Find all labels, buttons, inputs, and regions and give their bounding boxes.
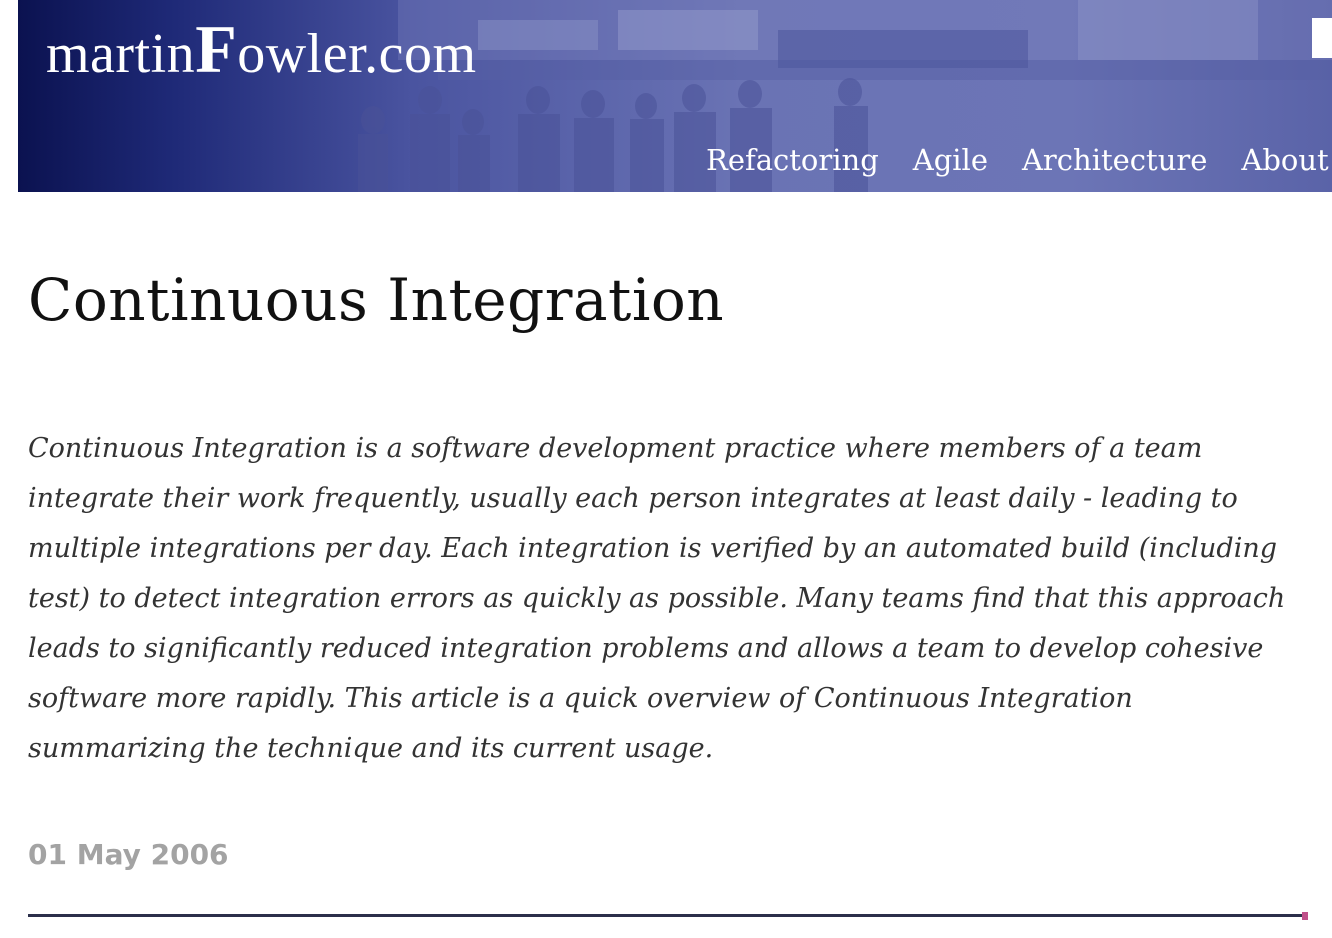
divider-accent xyxy=(1302,912,1308,920)
nav-link-agile[interactable]: Agile xyxy=(913,138,988,182)
site-logo[interactable]: martinFowler.com xyxy=(46,14,477,89)
logo-text-owler: owler.com xyxy=(237,23,477,85)
page-title: Continuous Integration xyxy=(28,266,725,334)
logo-text-f: F xyxy=(195,11,238,87)
publication-date: 01 May 2006 xyxy=(28,838,229,871)
search-box[interactable] xyxy=(1312,18,1332,58)
section-divider xyxy=(28,914,1308,917)
nav-link-refactoring[interactable]: Refactoring xyxy=(706,138,879,182)
nav-link-about[interactable]: About xyxy=(1241,138,1328,182)
article-abstract: Continuous Integration is a software dev… xyxy=(28,433,1286,764)
main-navigation: Refactoring Agile Architecture About xyxy=(706,138,1329,182)
logo-text-martin: martin xyxy=(46,23,196,85)
nav-link-architecture[interactable]: Architecture xyxy=(1022,138,1207,182)
site-header-banner: martinFowler.com Refactoring Agile Archi… xyxy=(18,0,1332,192)
